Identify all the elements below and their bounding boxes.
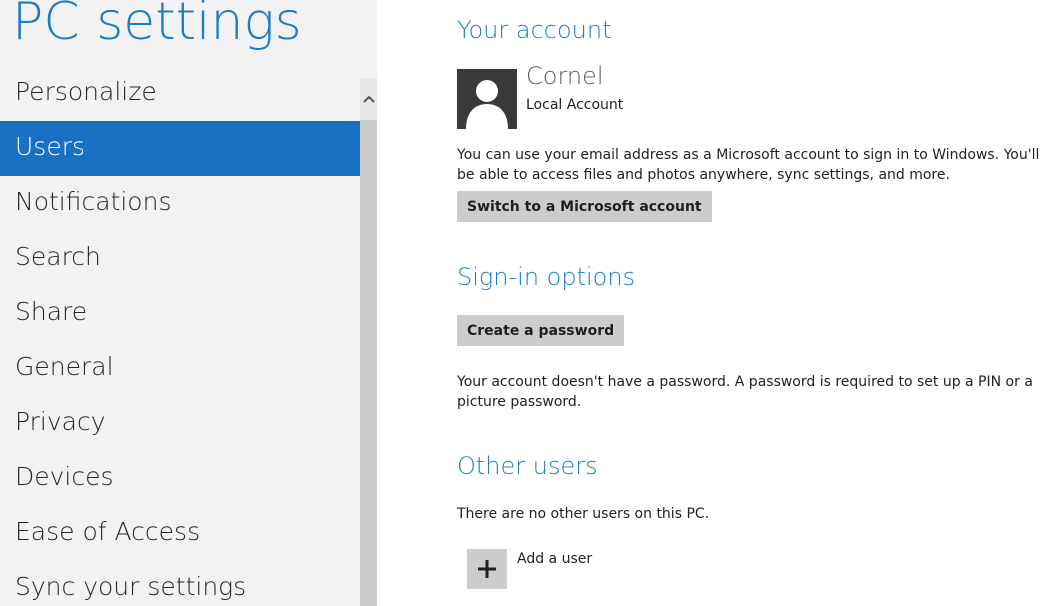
nav-item-users[interactable]: Users (0, 121, 360, 176)
add-user-button[interactable]: Add a user (467, 549, 592, 589)
nav-item-personalize[interactable]: Personalize (0, 66, 360, 121)
switch-microsoft-account-button[interactable]: Switch to a Microsoft account (457, 191, 712, 222)
nav-item-privacy[interactable]: Privacy (0, 396, 360, 451)
left-pane: PC settings Personalize Users Notificati… (0, 0, 377, 606)
plus-icon (478, 560, 496, 578)
nav-item-notifications[interactable]: Notifications (0, 176, 360, 231)
scrollbar-thumb[interactable] (360, 120, 377, 606)
add-user-tile[interactable] (467, 549, 507, 589)
main-content: Your account Cornel Local Account You ca… (457, 0, 1050, 606)
sign-in-options-heading: Sign-in options (457, 263, 636, 291)
your-account-heading: Your account (457, 16, 612, 44)
password-note: Your account doesn't have a password. A … (457, 374, 1033, 410)
user-name: Cornel (526, 62, 604, 90)
other-users-heading: Other users (457, 452, 598, 480)
user-silhouette-icon (457, 69, 517, 129)
chevron-up-icon (362, 95, 375, 103)
user-avatar (457, 69, 517, 129)
account-description: You can use your email address as a Micr… (457, 147, 1040, 183)
app-title: PC settings (12, 0, 302, 52)
account-type: Local Account (526, 97, 624, 113)
nav-item-general[interactable]: General (0, 341, 360, 396)
nav-item-devices[interactable]: Devices (0, 451, 360, 506)
scroll-up-button[interactable] (360, 80, 377, 118)
nav-item-share[interactable]: Share (0, 286, 360, 341)
nav-item-search[interactable]: Search (0, 231, 360, 286)
nav-item-sync-your-settings[interactable]: Sync your settings (0, 561, 360, 606)
create-password-button[interactable]: Create a password (457, 315, 625, 346)
other-users-note: There are no other users on this PC. (457, 506, 710, 522)
nav-item-ease-of-access[interactable]: Ease of Access (0, 506, 360, 561)
nav-list: Personalize Users Notifications Search S… (0, 66, 360, 606)
add-user-label: Add a user (517, 551, 593, 567)
